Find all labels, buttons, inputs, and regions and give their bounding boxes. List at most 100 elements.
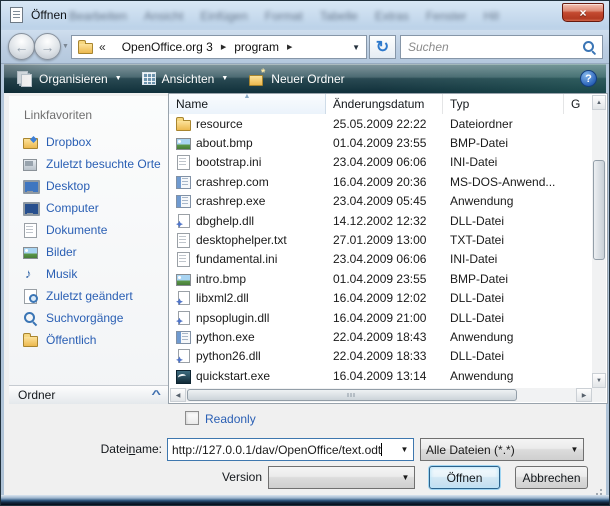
file-row-libxml2-dll[interactable]: libxml2.dll 16.04.2009 12:02 DLL-Datei — [170, 289, 592, 308]
forward-button[interactable]: → — [34, 33, 61, 60]
background-menu-item: Extras — [375, 9, 409, 23]
views-button[interactable]: Ansichten ▼ — [134, 67, 237, 91]
version-select[interactable]: ▼ — [268, 466, 415, 489]
close-icon: × — [579, 6, 586, 20]
breadcrumb-separator-icon[interactable]: ▶ — [287, 43, 292, 51]
sidebar-item-label: Zuletzt geändert — [46, 289, 133, 303]
refresh-button[interactable]: ↻ — [369, 35, 396, 59]
sidebar-item-suchvorgange[interactable]: Suchvorgänge — [9, 307, 168, 329]
filetype-dropdown-icon: ▼ — [566, 439, 583, 460]
app-icon — [175, 174, 191, 190]
column-header-size[interactable]: G — [564, 94, 593, 114]
favorites-sidebar: Linkfavoriten Dropbox Zuletzt besuchte O… — [9, 96, 168, 404]
scroll-right-button[interactable]: ▶ — [576, 388, 592, 402]
file-date: 27.01.2009 13:00 — [326, 233, 443, 247]
titlebar[interactable]: Öffnen BearbeitenAnsichtEinfügenFormatTa… — [1, 1, 609, 30]
file-row-crashrep-exe[interactable]: crashrep.exe 23.04.2009 05:45 Anwendung — [170, 192, 592, 211]
sidebar-item-label: Desktop — [46, 179, 90, 193]
sidebar-item-bilder[interactable]: Bilder — [9, 241, 168, 263]
file-row-desktophelper-txt[interactable]: desktophelper.txt 27.01.2009 13:00 TXT-D… — [170, 230, 592, 249]
pictures-icon — [22, 244, 38, 260]
organize-icon — [16, 71, 33, 86]
back-button[interactable]: ← — [8, 33, 35, 60]
file-row-resource[interactable]: resource 25.05.2009 22:22 Dateiordner — [170, 114, 592, 133]
filename-input[interactable]: http://127.0.0.1/dav/OpenOffice/text.odt… — [167, 438, 414, 461]
readonly-checkbox[interactable] — [185, 411, 199, 425]
address-dropdown-icon[interactable]: ▼ — [352, 43, 360, 52]
documents-icon — [22, 222, 38, 238]
filetype-value: Alle Dateien (*.*) — [426, 443, 515, 457]
file-name: crashrep.exe — [196, 194, 265, 208]
sidebar-item-label: Dokumente — [46, 223, 107, 237]
file-type: DLL-Datei — [443, 291, 592, 305]
file-name: quickstart.exe — [196, 369, 270, 383]
app-icon — [175, 193, 191, 209]
sidebar-item-dropbox[interactable]: Dropbox — [9, 131, 168, 153]
breadcrumb-overflow-chevron[interactable]: « — [99, 40, 106, 54]
file-type: DLL-Datei — [443, 214, 592, 228]
background-menu-item: Ansicht — [144, 9, 183, 23]
vertical-scrollbar[interactable]: ▲ ▼ — [592, 95, 606, 388]
folders-label: Ordner — [18, 388, 55, 402]
column-header-name[interactable]: Name ▲ — [169, 94, 326, 114]
column-header-type[interactable]: Typ — [443, 94, 564, 114]
close-button[interactable]: × — [562, 3, 604, 22]
horizontal-scrollbar[interactable]: ◀ ▶ — [170, 388, 592, 402]
sidebar-item-dokumente[interactable]: Dokumente — [9, 219, 168, 241]
sidebar-item-computer[interactable]: Computer — [9, 197, 168, 219]
filename-dropdown-icon[interactable]: ▼ — [396, 439, 413, 460]
help-button[interactable]: ? — [580, 70, 597, 87]
refresh-icon: ↻ — [376, 37, 389, 57]
new-folder-icon — [248, 71, 265, 86]
recent-places-icon — [22, 156, 38, 172]
sidebar-item-zuletzt-besuchte-orte[interactable]: Zuletzt besuchte Orte — [9, 153, 168, 175]
file-date: 22.04.2009 18:33 — [326, 349, 443, 363]
background-menu-item: Fenster — [426, 9, 467, 23]
file-row-python26-dll[interactable]: python26.dll 22.04.2009 18:33 DLL-Datei — [170, 347, 592, 366]
sidebar-item-desktop[interactable]: Desktop — [9, 175, 168, 197]
search-input[interactable]: Suchen — [400, 35, 603, 59]
vertical-scroll-thumb[interactable] — [593, 160, 605, 260]
breadcrumb-item-openoffice[interactable]: OpenOffice.org 3 — [122, 40, 213, 54]
file-row-fundamental-ini[interactable]: fundamental.ini 23.04.2009 06:06 INI-Dat… — [170, 250, 592, 269]
sidebar-item-offentlich[interactable]: Öffentlich — [9, 329, 168, 351]
organize-button[interactable]: Organisieren ▼ — [8, 67, 130, 91]
breadcrumb[interactable]: « OpenOffice.org 3 ▶ program ▶ ▼ — [71, 35, 367, 59]
file-row-bootstrap-ini[interactable]: bootstrap.ini 23.04.2009 06:06 INI-Datei — [170, 153, 592, 172]
resize-grip[interactable] — [592, 485, 602, 495]
sidebar-item-musik[interactable]: Musik — [9, 263, 168, 285]
sidebar-item-zuletzt-geandert[interactable]: Zuletzt geändert — [9, 285, 168, 307]
file-row-npsoplugin-dll[interactable]: npsoplugin.dll 16.04.2009 21:00 DLL-Date… — [170, 308, 592, 327]
breadcrumb-separator-icon[interactable]: ▶ — [221, 43, 226, 51]
folders-expander[interactable]: Ordner ^ — [9, 385, 168, 404]
file-type: MS-DOS-Anwend... — [443, 175, 592, 189]
cancel-button[interactable]: Abbrechen — [515, 466, 588, 489]
file-date: 16.04.2009 12:02 — [326, 291, 443, 305]
filetype-select[interactable]: Alle Dateien (*.*) ▼ — [420, 438, 584, 461]
file-type: Dateiordner — [443, 117, 592, 131]
file-name: desktophelper.txt — [196, 233, 287, 247]
file-date: 23.04.2009 06:06 — [326, 252, 443, 266]
file-row-intro-bmp[interactable]: intro.bmp 01.04.2009 23:55 BMP-Datei — [170, 269, 592, 288]
new-folder-button[interactable]: Neuer Ordner — [240, 67, 352, 91]
sidebar-item-label: Dropbox — [46, 135, 91, 149]
file-row-quickstart-exe[interactable]: quickstart.exe 16.04.2009 13:14 Anwendun… — [170, 366, 592, 385]
horizontal-scroll-thumb[interactable] — [187, 389, 517, 401]
file-row-python-exe[interactable]: python.exe 22.04.2009 18:43 Anwendung — [170, 327, 592, 346]
navigation-bar: ← → ▼ « OpenOffice.org 3 ▶ program ▶ ▼ ↻… — [1, 30, 609, 64]
file-row-dbghelp-dll[interactable]: dbghelp.dll 14.12.2002 12:32 DLL-Datei — [170, 211, 592, 230]
file-date: 16.04.2009 13:14 — [326, 369, 443, 383]
file-row-crashrep-com[interactable]: crashrep.com 16.04.2009 20:36 MS-DOS-Anw… — [170, 172, 592, 191]
column-header-date[interactable]: Änderungsdatum — [326, 94, 443, 114]
scroll-left-button[interactable]: ◀ — [170, 388, 186, 402]
scroll-down-button[interactable]: ▼ — [592, 373, 606, 388]
file-type: DLL-Datei — [443, 311, 592, 325]
scroll-up-button[interactable]: ▲ — [592, 95, 606, 110]
sidebar-item-label: Computer — [46, 201, 99, 215]
file-type: Anwendung — [443, 369, 592, 383]
file-row-about-bmp[interactable]: about.bmp 01.04.2009 23:55 BMP-Datei — [170, 133, 592, 152]
open-button[interactable]: Öffnen — [429, 466, 500, 489]
history-dropdown-icon[interactable]: ▼ — [62, 43, 69, 50]
chevron-down-icon: ▼ — [115, 75, 122, 82]
breadcrumb-item-program[interactable]: program — [234, 40, 279, 54]
